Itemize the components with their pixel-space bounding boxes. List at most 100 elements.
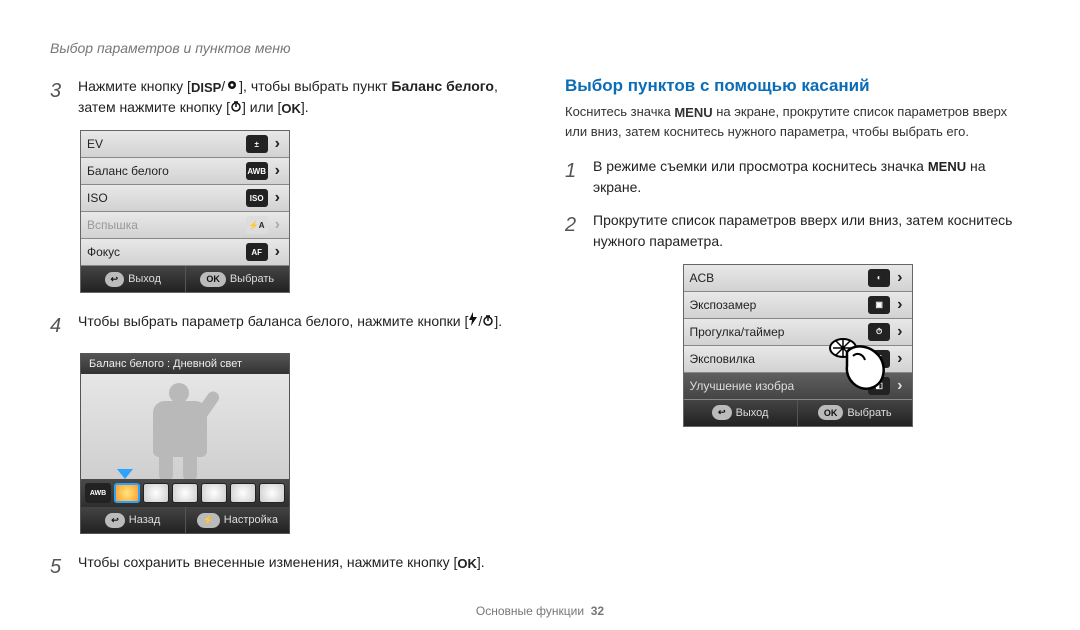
wb-swatch-strip[interactable]: AWB <box>81 479 289 507</box>
flash-icon: ⚡A <box>246 216 268 234</box>
selection-marker-icon <box>117 469 133 479</box>
menu-label: Фокус <box>87 245 246 259</box>
menu-label: EV <box>87 137 246 151</box>
ok-icon: OK <box>281 99 301 119</box>
label: Назад <box>129 514 161 526</box>
right-column: Выбор пунктов с помощью касаний Коснитес… <box>565 76 1030 594</box>
chevron-right-icon: › <box>272 162 283 180</box>
chevron-right-icon: › <box>894 296 905 314</box>
wb-swatch[interactable] <box>143 483 169 503</box>
t: Чтобы сохранить внесенные изменения, наж… <box>78 554 457 570</box>
step-number: 3 <box>50 76 68 118</box>
menu-row-bracket[interactable]: Эксповилка E › <box>684 346 912 373</box>
step-text: Чтобы сохранить внесенные изменения, наж… <box>78 552 515 582</box>
bracket-icon: E <box>868 350 890 368</box>
setup-button[interactable]: ⚡ Настройка <box>186 507 290 533</box>
select-button[interactable]: OK Выбрать <box>798 400 912 426</box>
timer-icon <box>230 100 242 112</box>
footer-label: Основные функции <box>476 604 584 618</box>
chevron-right-icon: › <box>894 377 905 395</box>
awb-icon: AWB <box>246 162 268 180</box>
menu-row-timer[interactable]: Прогулка/таймер ⏱ › <box>684 319 912 346</box>
label: Настройка <box>224 514 278 526</box>
step-number: 5 <box>50 552 68 582</box>
chevron-right-icon: › <box>272 216 283 234</box>
menu-label: ISO <box>87 191 246 205</box>
chevron-right-icon: › <box>272 243 283 261</box>
menu-label: ACB <box>690 271 869 285</box>
label: Выбрать <box>230 273 274 285</box>
person-silhouette <box>139 379 209 479</box>
back-icon: ↩ <box>712 405 732 420</box>
metering-icon: ▣ <box>868 296 890 314</box>
menu-label: Улучшение изобра <box>690 379 869 393</box>
ok-icon: OK <box>457 554 477 574</box>
chevron-right-icon: › <box>272 135 283 153</box>
ok-pill-icon: OK <box>200 272 226 287</box>
step-number: 1 <box>565 156 583 198</box>
chevron-right-icon: › <box>894 323 905 341</box>
wb-daylight-swatch[interactable] <box>114 483 140 503</box>
label: Выход <box>128 273 161 285</box>
wb-swatch[interactable] <box>201 483 227 503</box>
chevron-right-icon: › <box>272 189 283 207</box>
menu-row-acb[interactable]: ACB ◐ › <box>684 265 912 292</box>
wb-awb-swatch[interactable]: AWB <box>85 483 111 503</box>
label: Выход <box>736 407 769 419</box>
t: ], чтобы выбрать пункт <box>239 78 391 94</box>
select-button[interactable]: OK Выбрать <box>186 266 290 292</box>
step-number: 4 <box>50 311 68 341</box>
step-text: Чтобы выбрать параметр баланса белого, н… <box>78 311 515 341</box>
t: ]. <box>477 554 485 570</box>
t: ]. <box>301 99 309 115</box>
menu-label: Экспозамер <box>690 298 869 312</box>
step-5: 5 Чтобы сохранить внесенные изменения, н… <box>50 552 515 582</box>
step-4: 4 Чтобы выбрать параметр баланса белого,… <box>50 311 515 341</box>
page-number: 32 <box>591 604 604 618</box>
menu-row-ev[interactable]: EV ± › <box>81 131 289 158</box>
menu-row-iso[interactable]: ISO ISO › <box>81 185 289 212</box>
wb-swatch[interactable] <box>172 483 198 503</box>
t: Коснитесь значка <box>565 104 674 119</box>
flower-icon <box>225 79 239 91</box>
exit-button[interactable]: ↩ Выход <box>81 266 186 292</box>
menu-row-wb[interactable]: Баланс белого AWB › <box>81 158 289 185</box>
section-intro: Коснитесь значка MENU на экране, прокрут… <box>565 102 1030 142</box>
menu-icon: MENU <box>674 103 712 123</box>
chevron-right-icon: › <box>894 269 905 287</box>
bottom-bar: ↩ Назад ⚡ Настройка <box>81 507 289 533</box>
t: В режиме съемки или просмотра коснитесь … <box>593 158 928 174</box>
lcd-caption: Баланс белого : Дневной свет <box>81 354 289 374</box>
back-icon: ↩ <box>105 272 125 287</box>
menu-row-enhance[interactable]: Улучшение изобра ◧ › <box>684 373 912 400</box>
step-2: 2 Прокрутите список параметров вверх или… <box>565 210 1030 252</box>
camera-screen-touch: ACB ◐ › Экспозамер ▣ › Прогулка/таймер ⏱… <box>683 264 913 427</box>
t: Чтобы выбрать параметр баланса белого, н… <box>78 313 468 329</box>
step-text: Нажмите кнопку [DISP/], чтобы выбрать пу… <box>78 76 515 118</box>
chevron-right-icon: › <box>894 350 905 368</box>
menu-label: Вспышка <box>87 218 246 232</box>
page-header: Выбор параметров и пунктов меню <box>50 40 1030 56</box>
step-text: В режиме съемки или просмотра коснитесь … <box>593 156 1030 198</box>
step-text: Прокрутите список параметров вверх или в… <box>593 210 1030 252</box>
section-heading: Выбор пунктов с помощью касаний <box>565 76 1030 96</box>
timer-icon <box>482 314 494 326</box>
wb-swatch[interactable] <box>259 483 285 503</box>
menu-label: Баланс белого <box>87 164 246 178</box>
menu-row-metering[interactable]: Экспозамер ▣ › <box>684 292 912 319</box>
bottom-bar: ↩ Выход OK Выбрать <box>684 400 912 426</box>
bottom-bar: ↩ Выход OK Выбрать <box>81 266 289 292</box>
step-number: 2 <box>565 210 583 252</box>
menu-row-flash: Вспышка ⚡A › <box>81 212 289 239</box>
af-icon: AF <box>246 243 268 261</box>
page-footer: Основные функции 32 <box>0 604 1080 618</box>
disp-icon: DISP <box>191 78 221 98</box>
back-button[interactable]: ↩ Назад <box>81 507 186 533</box>
menu-row-focus[interactable]: Фокус AF › <box>81 239 289 266</box>
acb-icon: ◐ <box>868 269 890 287</box>
exit-button[interactable]: ↩ Выход <box>684 400 799 426</box>
menu-icon: MENU <box>928 157 966 177</box>
t: Нажмите кнопку [ <box>78 78 191 94</box>
wb-swatch[interactable] <box>230 483 256 503</box>
timer-icon: ⏱ <box>868 323 890 341</box>
